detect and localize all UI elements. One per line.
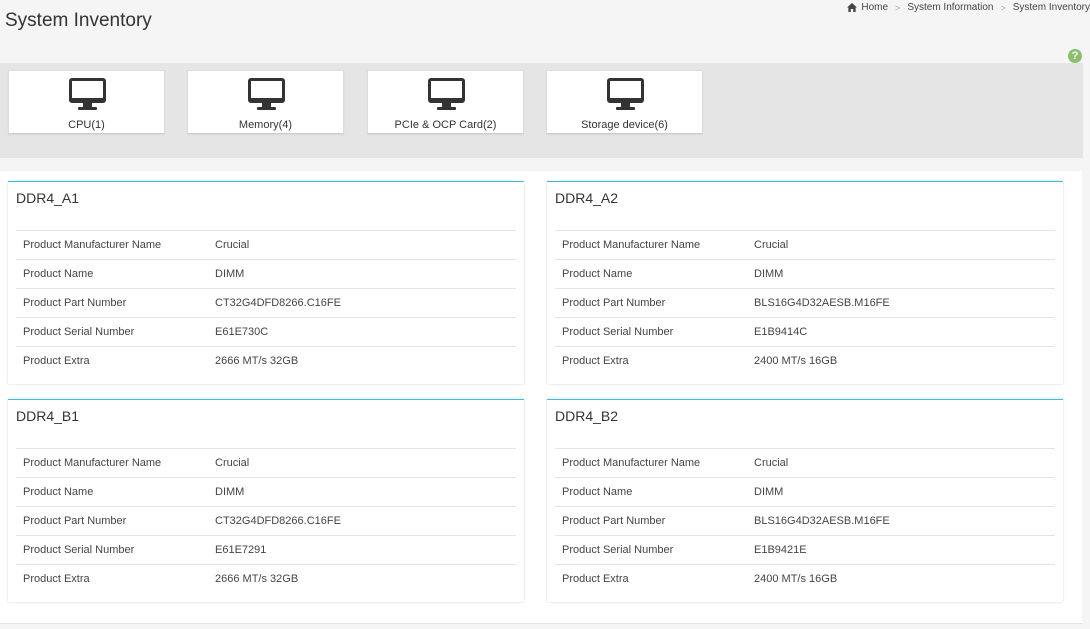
memory-card-ddr4-a2: DDR4_A2 Product Manufacturer Name Crucial…: [547, 181, 1063, 384]
row-value: E61E730C: [215, 317, 516, 347]
table-row: Product Extra 2400 MT/s 16GB: [555, 346, 1055, 376]
row-key: Product Name: [16, 259, 215, 289]
tile-cpu[interactable]: CPU(1): [8, 70, 165, 134]
row-value: Crucial: [754, 448, 1055, 478]
help-icon[interactable]: ?: [1068, 49, 1082, 63]
row-value: 2400 MT/s 16GB: [754, 564, 1055, 594]
memory-details-table: Product Manufacturer Name Crucial Product…: [555, 230, 1055, 376]
row-key: Product Name: [555, 477, 754, 507]
tile-cpu-label: CPU(1): [68, 119, 105, 131]
row-value: CT32G4DFD8266.C16FE: [215, 288, 516, 318]
row-value: Crucial: [215, 448, 516, 478]
table-row: Product Name DIMM: [555, 477, 1055, 507]
memory-card-title: DDR4_A2: [555, 190, 619, 206]
row-value: BLS16G4D32AESB.M16FE: [754, 288, 1055, 318]
row-key: Product Extra: [16, 564, 215, 594]
row-value: DIMM: [215, 477, 516, 507]
row-value: E61E7291: [215, 535, 516, 565]
table-row: Product Serial Number E61E7291: [16, 535, 516, 565]
table-row: Product Extra 2666 MT/s 32GB: [16, 346, 516, 376]
table-row: Product Name DIMM: [555, 259, 1055, 289]
row-key: Product Manufacturer Name: [16, 448, 215, 478]
row-key: Product Serial Number: [16, 317, 215, 347]
monitor-icon: [69, 78, 106, 110]
row-key: Product Manufacturer Name: [555, 230, 754, 260]
row-value: 2400 MT/s 16GB: [754, 346, 1055, 376]
tile-storage-device-label: Storage device(6): [581, 119, 668, 131]
table-row: Product Part Number BLS16G4D32AESB.M16FE: [555, 506, 1055, 536]
tile-pcie-ocp-card[interactable]: PCIe & OCP Card(2): [367, 70, 524, 134]
row-key: Product Extra: [555, 346, 754, 376]
monitor-icon: [428, 78, 465, 110]
row-key: Product Serial Number: [555, 317, 754, 347]
row-key: Product Manufacturer Name: [16, 230, 215, 260]
table-row: Product Serial Number E61E730C: [16, 317, 516, 347]
row-key: Product Serial Number: [16, 535, 215, 565]
inventory-category-tiles: CPU(1) Memory(4) PCIe & OCP Card(2) Stor…: [0, 63, 1083, 158]
tile-memory-label: Memory(4): [238, 119, 293, 131]
row-key: Product Name: [555, 259, 754, 289]
memory-details-table: Product Manufacturer Name Crucial Product…: [16, 230, 516, 376]
table-row: Product Manufacturer Name Crucial: [16, 230, 516, 260]
memory-card-title: DDR4_B1: [16, 408, 80, 424]
table-row: Product Serial Number E1B9421E: [555, 535, 1055, 565]
row-key: Product Part Number: [555, 506, 754, 536]
memory-details-table: Product Manufacturer Name Crucial Product…: [555, 448, 1055, 594]
table-row: Product Name DIMM: [16, 259, 516, 289]
row-key: Product Serial Number: [555, 535, 754, 565]
memory-card-title: DDR4_A1: [16, 190, 80, 206]
page-title: System Inventory: [5, 10, 152, 31]
table-row: Product Name DIMM: [16, 477, 516, 507]
breadcrumb-separator: >: [1000, 2, 1006, 13]
table-row: Product Part Number CT32G4DFD8266.C16FE: [16, 506, 516, 536]
memory-card-ddr4-a1: DDR4_A1 Product Manufacturer Name Crucial…: [8, 181, 524, 384]
table-row: Product Manufacturer Name Crucial: [16, 448, 516, 478]
row-key: Product Name: [16, 477, 215, 507]
table-row: Product Extra 2400 MT/s 16GB: [555, 564, 1055, 594]
row-key: Product Part Number: [16, 288, 215, 318]
memory-card-ddr4-b1: DDR4_B1 Product Manufacturer Name Crucial…: [8, 399, 524, 602]
row-value: 2666 MT/s 32GB: [215, 564, 516, 594]
table-row: Product Manufacturer Name Crucial: [555, 448, 1055, 478]
row-key: Product Extra: [555, 564, 754, 594]
row-value: DIMM: [754, 477, 1055, 507]
row-key: Product Part Number: [555, 288, 754, 318]
memory-details-area: DDR4_A1 Product Manufacturer Name Crucial…: [0, 171, 1082, 624]
memory-card-ddr4-b2: DDR4_B2 Product Manufacturer Name Crucial…: [547, 399, 1063, 602]
table-row: Product Part Number BLS16G4D32AESB.M16FE: [555, 288, 1055, 318]
memory-details-table: Product Manufacturer Name Crucial Product…: [16, 448, 516, 594]
row-value: CT32G4DFD8266.C16FE: [215, 506, 516, 536]
table-row: Product Extra 2666 MT/s 32GB: [16, 564, 516, 594]
breadcrumb-home-link[interactable]: Home: [861, 2, 888, 13]
breadcrumb-current: System Inventory: [1012, 2, 1090, 13]
tile-memory[interactable]: Memory(4): [187, 70, 344, 134]
home-icon: [847, 3, 858, 12]
tile-pcie-ocp-card-label: PCIe & OCP Card(2): [394, 119, 497, 131]
row-key: Product Manufacturer Name: [555, 448, 754, 478]
row-value: Crucial: [754, 230, 1055, 260]
row-value: DIMM: [754, 259, 1055, 289]
breadcrumb-separator: >: [895, 2, 901, 13]
row-key: Product Extra: [16, 346, 215, 376]
tile-storage-device[interactable]: Storage device(6): [546, 70, 703, 134]
breadcrumb-system-information-link[interactable]: System Information: [907, 2, 993, 13]
memory-card-title: DDR4_B2: [555, 408, 619, 424]
monitor-icon: [607, 78, 644, 110]
table-row: Product Part Number CT32G4DFD8266.C16FE: [16, 288, 516, 318]
breadcrumb: Home > System Information > System Inven…: [847, 2, 1090, 13]
monitor-icon: [248, 78, 285, 110]
row-value: DIMM: [215, 259, 516, 289]
row-value: BLS16G4D32AESB.M16FE: [754, 506, 1055, 536]
row-value: E1B9421E: [754, 535, 1055, 565]
row-value: Crucial: [215, 230, 516, 260]
row-key: Product Part Number: [16, 506, 215, 536]
table-row: Product Manufacturer Name Crucial: [555, 230, 1055, 260]
row-value: 2666 MT/s 32GB: [215, 346, 516, 376]
row-value: E1B9414C: [754, 317, 1055, 347]
table-row: Product Serial Number E1B9414C: [555, 317, 1055, 347]
